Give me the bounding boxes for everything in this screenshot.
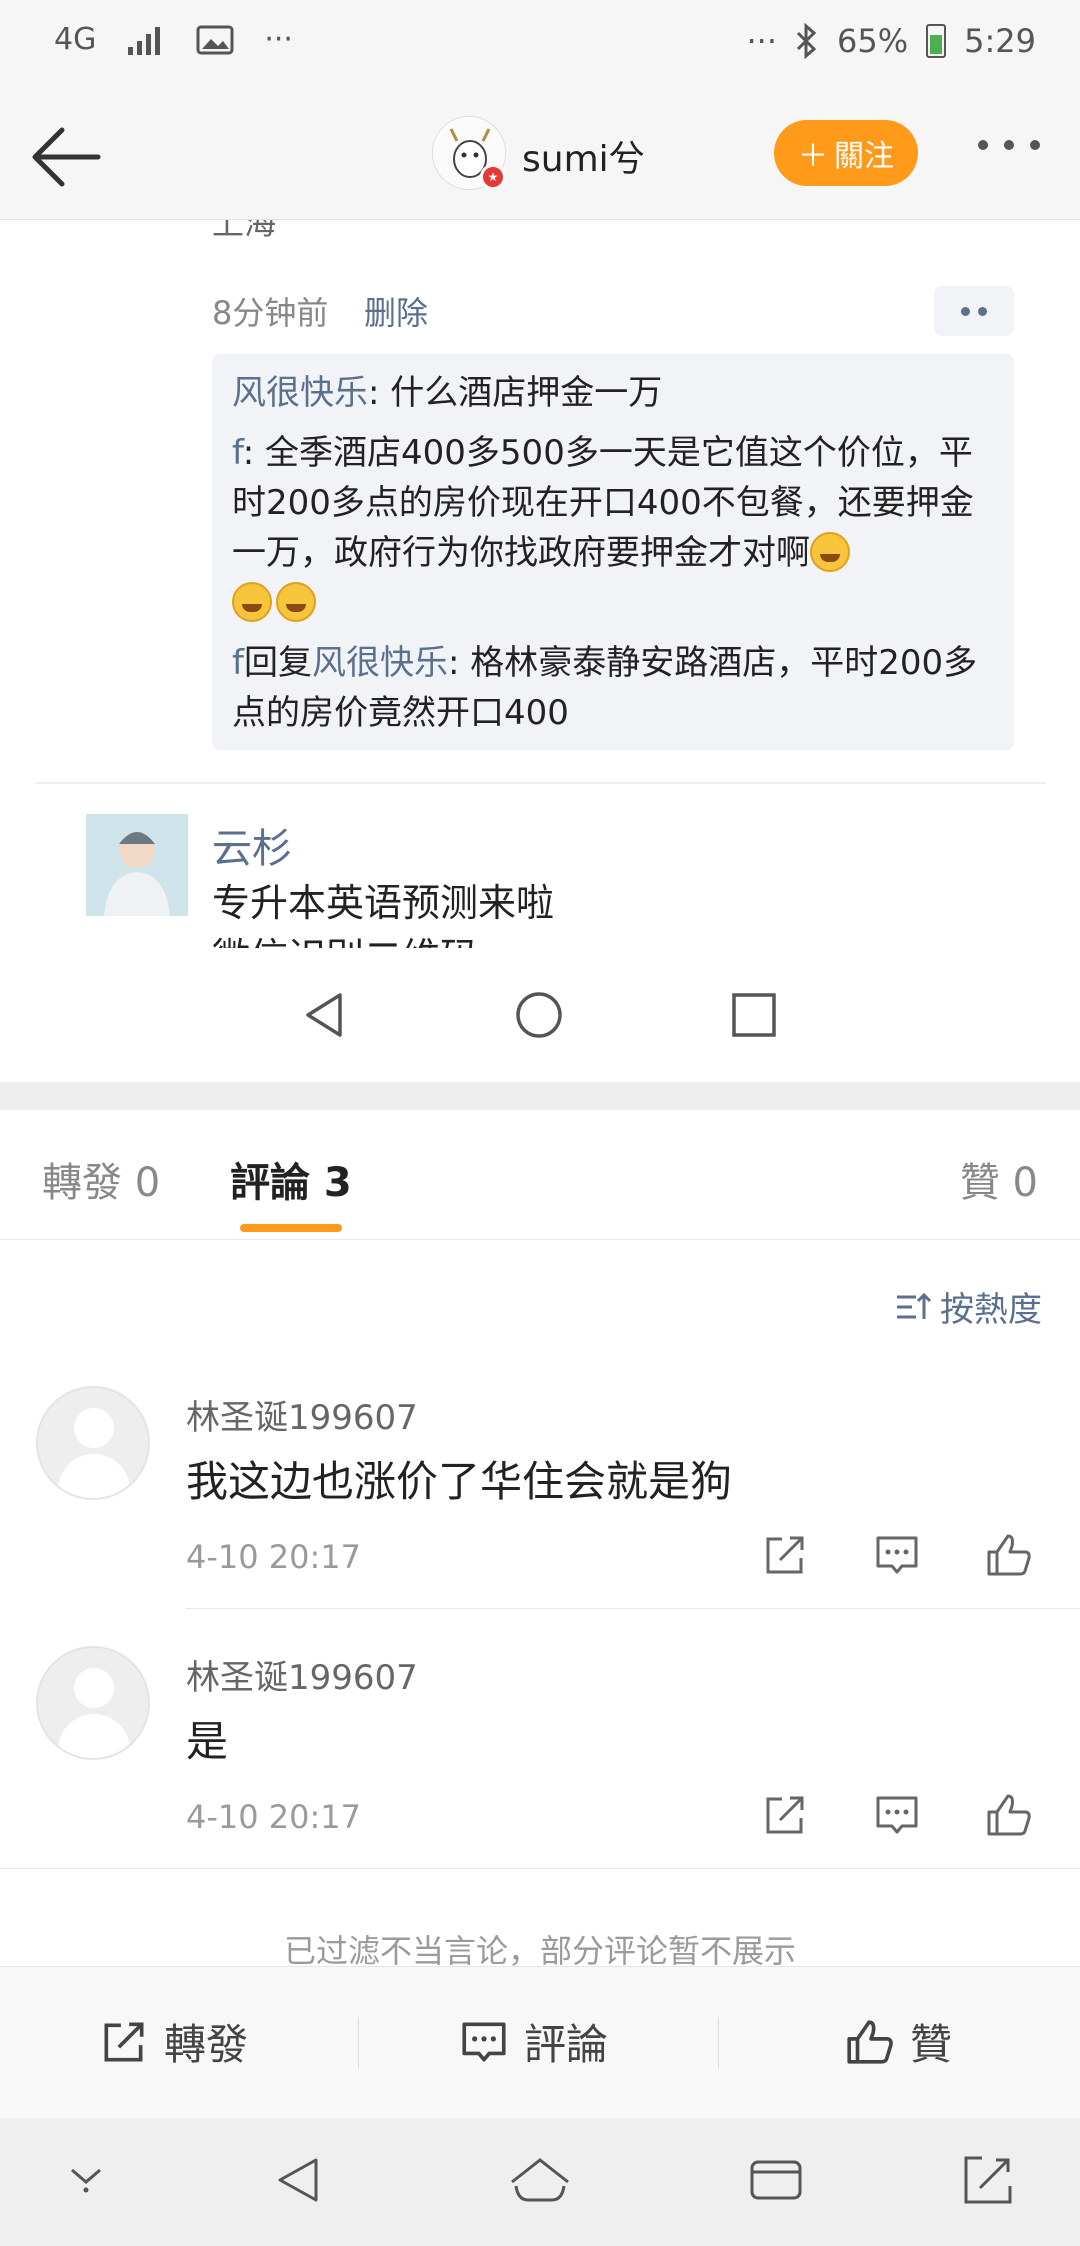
comment-username[interactable]: 林圣诞199607 (186, 1650, 418, 1699)
repost-button[interactable]: 轉發 (98, 2011, 248, 2072)
tab-bar: 轉發 0 評論 3 贊 0 (0, 1110, 1080, 1240)
status-time: 5:29 (964, 22, 1036, 60)
reply-sep: : (368, 373, 391, 413)
plus-icon: ＋ (798, 139, 828, 174)
avatar (86, 814, 188, 916)
comment-text: 是 (186, 1717, 229, 1766)
embedded-back-icon (306, 993, 342, 1037)
post-location: 上海 (212, 220, 277, 242)
back-icon[interactable] (274, 2152, 324, 2208)
reply-item: 风很快乐: 什么酒店押金一万 (232, 368, 996, 418)
reply-item: f: 全季酒店400多500多一天是它值这个价位，平时200多点的房价现在开口4… (232, 428, 996, 628)
embedded-system-nav (0, 950, 1080, 1082)
expand-icon[interactable] (960, 2152, 1016, 2208)
image-icon (196, 25, 234, 54)
share-icon[interactable] (760, 1790, 810, 1840)
like-icon[interactable] (984, 1530, 1034, 1580)
battery-percent: 65% (837, 22, 909, 60)
reply-user: 风很快乐 (232, 373, 368, 413)
top-nav: ★ sumi兮 ＋關注 (0, 92, 1080, 220)
battery-icon (926, 24, 947, 58)
reply-user-target: 风很快乐 (311, 643, 448, 683)
avatar-photo-icon (86, 814, 188, 916)
follow-button[interactable]: ＋關注 (774, 120, 918, 186)
embedded-recents-icon (732, 993, 776, 1037)
divider (358, 2017, 359, 2069)
post-time: 8分钟前 (212, 294, 329, 332)
embedded-username: 云杉 (212, 826, 292, 872)
divider (718, 2017, 719, 2069)
system-nav-bar (0, 2118, 1080, 2246)
bluetooth-icon (796, 23, 817, 59)
like-button[interactable]: 贊 (844, 2011, 952, 2072)
section-divider (0, 1082, 1080, 1110)
tab-repost[interactable]: 轉發 0 (42, 1150, 160, 1208)
repost-icon (104, 2022, 144, 2061)
bottom-action-bar: 轉發 評論 贊 (0, 1966, 1080, 2118)
repost-label: 轉發 (164, 2020, 249, 2069)
more-options-icon[interactable] (978, 140, 1040, 150)
home-icon[interactable] (508, 2152, 572, 2208)
sort-button[interactable]: 按熱度 (894, 1282, 1042, 1331)
collapse-icon[interactable] (64, 2152, 108, 2202)
reply-text: 什么酒店押金一万 (390, 373, 663, 413)
comment-button[interactable]: 評論 (458, 2011, 608, 2072)
status-overflow: ··· (264, 22, 293, 57)
reply-mid: 回复 (243, 643, 312, 683)
sort-icon (897, 1292, 932, 1319)
sort-label: 按熱度 (940, 1290, 1042, 1330)
delete-link: 删除 (364, 294, 429, 332)
comment-icon (462, 2022, 506, 2061)
active-tab-indicator (240, 1224, 342, 1232)
divider (36, 782, 1046, 784)
like-icon[interactable] (984, 1790, 1034, 1840)
default-avatar-icon[interactable] (36, 1646, 150, 1760)
laughing-crying-emoji-icon (232, 582, 272, 622)
verified-badge-icon: ★ (480, 164, 506, 190)
comment-item: 林圣诞199607 我这边也涨价了华住会就是狗 4-10 20:17 (0, 1386, 1080, 1644)
reply-text: 全季酒店400多500多一天是它值这个价位，平时200多点的房价现在开口400不… (232, 433, 974, 573)
tab-likes[interactable]: 贊 0 (960, 1150, 1038, 1208)
reply-user: f (232, 643, 244, 683)
status-right: ··· 65% 5:29 (747, 22, 1037, 60)
divider (186, 1608, 1080, 1609)
laughing-crying-emoji-icon (810, 532, 850, 572)
reply-user: f (232, 433, 243, 473)
reply-sep: : (447, 643, 471, 683)
like-icon (847, 2019, 893, 2064)
embedded-text: 专升本英语预测来啦 (212, 881, 555, 925)
comment-username[interactable]: 林圣诞199607 (186, 1390, 418, 1439)
reply-thread: 风很快乐: 什么酒店押金一万 f: 全季酒店400多500多一天是它值这个价位，… (212, 354, 1014, 750)
embedded-screenshot: 上海 8分钟前 删除 风很快乐: 什么酒店押金一万 f: 全季酒店400多500… (0, 220, 1080, 1082)
status-bar: 4G ··· ··· 65% 5:29 (0, 0, 1080, 92)
status-left: 4G ··· (54, 22, 293, 57)
laughing-crying-emoji-icon (276, 582, 316, 622)
comment-time: 4-10 20:17 (186, 1798, 362, 1836)
share-icon[interactable] (760, 1530, 810, 1580)
nav-username[interactable]: sumi兮 (522, 130, 645, 182)
comment-icon[interactable] (872, 1790, 922, 1840)
comment-label: 評論 (524, 2020, 609, 2069)
comment-item: 林圣诞199607 是 4-10 20:17 (0, 1646, 1080, 1904)
status-overflow-right: ··· (746, 22, 778, 60)
embedded-home-icon (516, 992, 562, 1038)
tab-comments[interactable]: 評論 3 (230, 1150, 352, 1208)
network-label: 4G (54, 22, 97, 57)
post-more-icon (934, 286, 1014, 336)
reply-item: f回复风很快乐: 格林豪泰静安路酒店，平时200多点的房价竟然开口400 (232, 638, 996, 738)
like-label: 贊 (910, 2020, 953, 2069)
default-avatar-icon[interactable] (36, 1386, 150, 1500)
comment-time: 4-10 20:17 (186, 1538, 362, 1576)
comment-text: 我这边也涨价了华住会就是狗 (186, 1457, 733, 1506)
reply-sep: : (242, 433, 266, 473)
back-arrow-icon[interactable] (28, 122, 104, 192)
follow-label: 關注 (834, 139, 894, 174)
comment-icon[interactable] (872, 1530, 922, 1580)
signal-icon (128, 26, 161, 55)
divider (0, 1868, 1080, 1869)
recents-icon[interactable] (748, 2152, 804, 2208)
embedded-text-clipped: 微信识别二维码 (212, 926, 478, 948)
